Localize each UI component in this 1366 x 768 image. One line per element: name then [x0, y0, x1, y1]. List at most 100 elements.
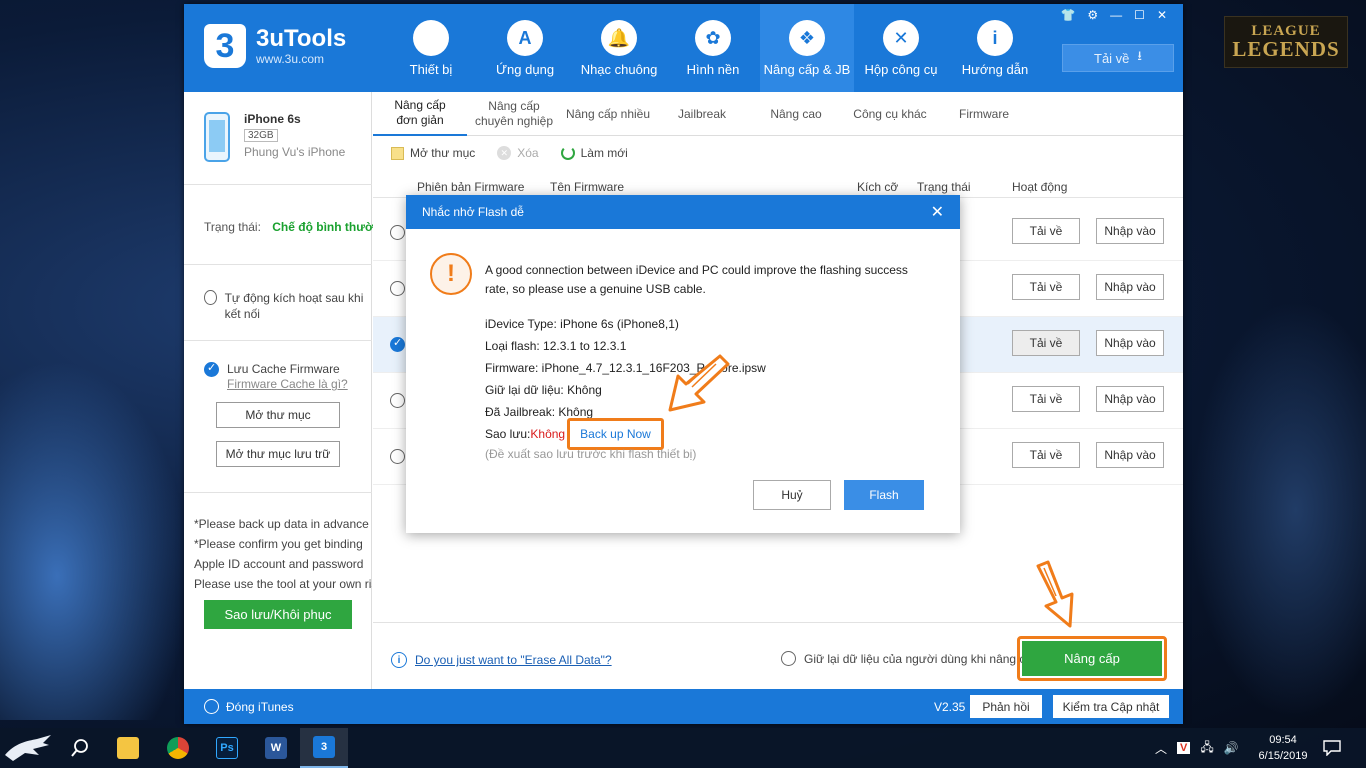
league-of-legends-logo[interactable]: LEAGUE LEGENDS [1224, 16, 1348, 68]
nav-tutorials[interactable]: i Hướng dẫn [948, 4, 1042, 92]
taskbar-chrome[interactable] [154, 728, 202, 768]
cancel-button[interactable]: Huỷ [753, 480, 831, 510]
row-download-button[interactable]: Tải về [1012, 442, 1080, 468]
keep-user-data-radio[interactable] [781, 651, 796, 666]
delete-icon: ✕ [497, 146, 512, 160]
row-radio[interactable] [390, 225, 405, 240]
row-import-button[interactable]: Nhập vào [1096, 386, 1164, 412]
volume-icon[interactable]: 🔊 [1224, 741, 1239, 755]
tab-easy-flash[interactable]: Nâng cấp đơn giản [373, 92, 467, 136]
main-nav: Thiết bị A Ứng dụng 🔔 Nhạc chuông ✿ Hình… [384, 4, 1042, 92]
taskbar-clock[interactable]: 09:54 6/15/2019 [1255, 732, 1311, 764]
status-value: Chế độ bình thường [272, 220, 389, 234]
flash-button[interactable]: Flash [844, 480, 924, 510]
nav-label: Hướng dẫn [961, 62, 1029, 77]
taskbar-3utools[interactable]: 3 [300, 728, 348, 768]
device-name: iPhone 6s [244, 112, 301, 126]
nav-label: Hộp công cụ [864, 62, 938, 77]
cache-firmware-option[interactable]: Lưu Cache Firmware Firmware Cache là gì? [204, 361, 348, 392]
open-folder-label: Mở thư mục [410, 146, 476, 160]
tab-firmware[interactable]: Firmware [937, 92, 1031, 136]
nav-wallpapers[interactable]: ✿ Hình nền [666, 4, 760, 92]
device-status: Trạng thái: Chế độ bình thường [204, 220, 388, 234]
tab-other-tools[interactable]: Công cụ khác [843, 92, 937, 136]
backup-restore-button[interactable]: Sao lưu/Khôi phục [204, 600, 352, 629]
cache-firmware-label: Lưu Cache Firmware [227, 362, 340, 376]
open-folder-button[interactable]: Mở thư mục [216, 402, 340, 428]
vietkey-icon[interactable]: V [1177, 742, 1191, 754]
check-update-button[interactable]: Kiểm tra Cập nhật [1053, 695, 1169, 718]
windows-taskbar: Ps W 3 ︿ V 🖧 🔊 09:54 6/15/2019 [0, 728, 1366, 768]
firmware-toolbar: Mở thư mục ✕ Xóa Làm mới [391, 146, 628, 160]
chevron-up-icon[interactable]: ︿ [1155, 740, 1167, 757]
close-itunes-radio[interactable] [204, 699, 219, 714]
row-radio[interactable] [390, 393, 405, 408]
brand: 3 3uTools www.3u.com [204, 24, 346, 68]
col-actions: Hoạt động [1012, 180, 1068, 194]
nav-apps[interactable]: A Ứng dụng [478, 4, 572, 92]
refresh-tool[interactable]: Làm mới [560, 146, 628, 160]
minimize-icon[interactable]: — [1110, 8, 1122, 22]
flower-icon: ✿ [695, 20, 731, 56]
backup-now-button[interactable]: Back up Now [571, 422, 660, 446]
open-storage-folder-button[interactable]: Mở thư mục lưu trữ [216, 441, 340, 467]
row-radio[interactable] [390, 281, 405, 296]
erase-all-data-link[interactable]: Do you just want to "Erase All Data"? [415, 653, 612, 667]
taskbar-word[interactable]: W [252, 728, 300, 768]
keep-user-data-label: Giữ lại dữ liệu của người dùng khi nâng … [804, 651, 1039, 666]
device-capacity-badge: 32GB [244, 129, 278, 142]
desktop-wallpaper-glow [0, 360, 190, 720]
nav-toolbox[interactable]: ✕ Hộp công cụ [854, 4, 948, 92]
action-center-button[interactable] [1312, 728, 1352, 768]
upgrade-button[interactable]: Nâng cấp [1022, 641, 1162, 676]
auto-activate-option[interactable]: Tự động kích hoạt sau khi kết nối [204, 290, 369, 322]
row-download-button[interactable]: Tải về [1012, 274, 1080, 300]
note-line: *Please back up data in advance [194, 517, 369, 531]
settings-icon[interactable]: ⚙ [1087, 8, 1098, 22]
backup-line: Sao lưu:Không [485, 427, 565, 441]
cache-firmware-checkbox[interactable] [204, 361, 219, 377]
backup-now-highlight: Back up Now [567, 418, 664, 450]
phone-icon [204, 112, 230, 162]
taskbar-photoshop[interactable]: Ps [203, 728, 251, 768]
row-import-button[interactable]: Nhập vào [1096, 218, 1164, 244]
nav-ringtones[interactable]: 🔔 Nhạc chuông [572, 4, 666, 92]
network-icon[interactable]: 🖧 [1200, 738, 1213, 759]
col-status: Trạng thái [917, 180, 971, 194]
keep-user-data-option[interactable]: Giữ lại dữ liệu của người dùng khi nâng … [781, 651, 1039, 666]
start-button[interactable] [0, 728, 56, 768]
row-import-button[interactable]: Nhập vào [1096, 330, 1164, 356]
row-download-button[interactable]: Tải về [1012, 330, 1080, 356]
row-import-button[interactable]: Nhập vào [1096, 442, 1164, 468]
auto-activate-radio[interactable] [204, 290, 217, 305]
window-controls: 👕 ⚙ — ☐ ✕ [1060, 8, 1167, 22]
close-icon[interactable]: ✕ [1157, 8, 1167, 22]
feedback-button[interactable]: Phản hồi [970, 695, 1042, 718]
skin-icon[interactable]: 👕 [1060, 8, 1075, 22]
nav-device[interactable]: Thiết bị [384, 4, 478, 92]
row-radio[interactable] [390, 336, 405, 352]
downloads-button[interactable]: Tải về ⭳ [1062, 44, 1174, 72]
dialog-close-icon[interactable]: ✕ [931, 202, 944, 222]
delete-tool[interactable]: ✕ Xóa [497, 146, 539, 160]
col-firmware-version: Phiên bản Firmware [417, 180, 525, 194]
maximize-icon[interactable]: ☐ [1134, 8, 1145, 22]
close-itunes-option[interactable]: Đóng iTunes [204, 699, 294, 714]
tab-batch-flash[interactable]: Nâng cấp nhiều [561, 92, 655, 136]
dialog-message: A good connection between iDevice and PC… [485, 263, 908, 296]
tools-icon: ✕ [883, 20, 919, 56]
cache-firmware-help-link[interactable]: Firmware Cache là gì? [227, 377, 348, 392]
nav-flash-jb[interactable]: ❖ Nâng cấp & JB [760, 4, 854, 92]
backup-status: Không [530, 427, 566, 441]
erase-all-data-link-group[interactable]: i Do you just want to "Erase All Data"? [391, 652, 612, 668]
row-import-button[interactable]: Nhập vào [1096, 274, 1164, 300]
search-button[interactable] [56, 728, 104, 768]
open-folder-tool[interactable]: Mở thư mục [391, 146, 475, 160]
row-download-button[interactable]: Tải về [1012, 386, 1080, 412]
tab-jailbreak[interactable]: Jailbreak [655, 92, 749, 136]
taskbar-file-explorer[interactable] [104, 728, 152, 768]
tab-pro-flash[interactable]: Nâng cấp chuyên nghiệp [467, 92, 561, 136]
row-download-button[interactable]: Tải về [1012, 218, 1080, 244]
tab-advanced[interactable]: Nâng cao [749, 92, 843, 136]
row-radio[interactable] [390, 449, 405, 464]
